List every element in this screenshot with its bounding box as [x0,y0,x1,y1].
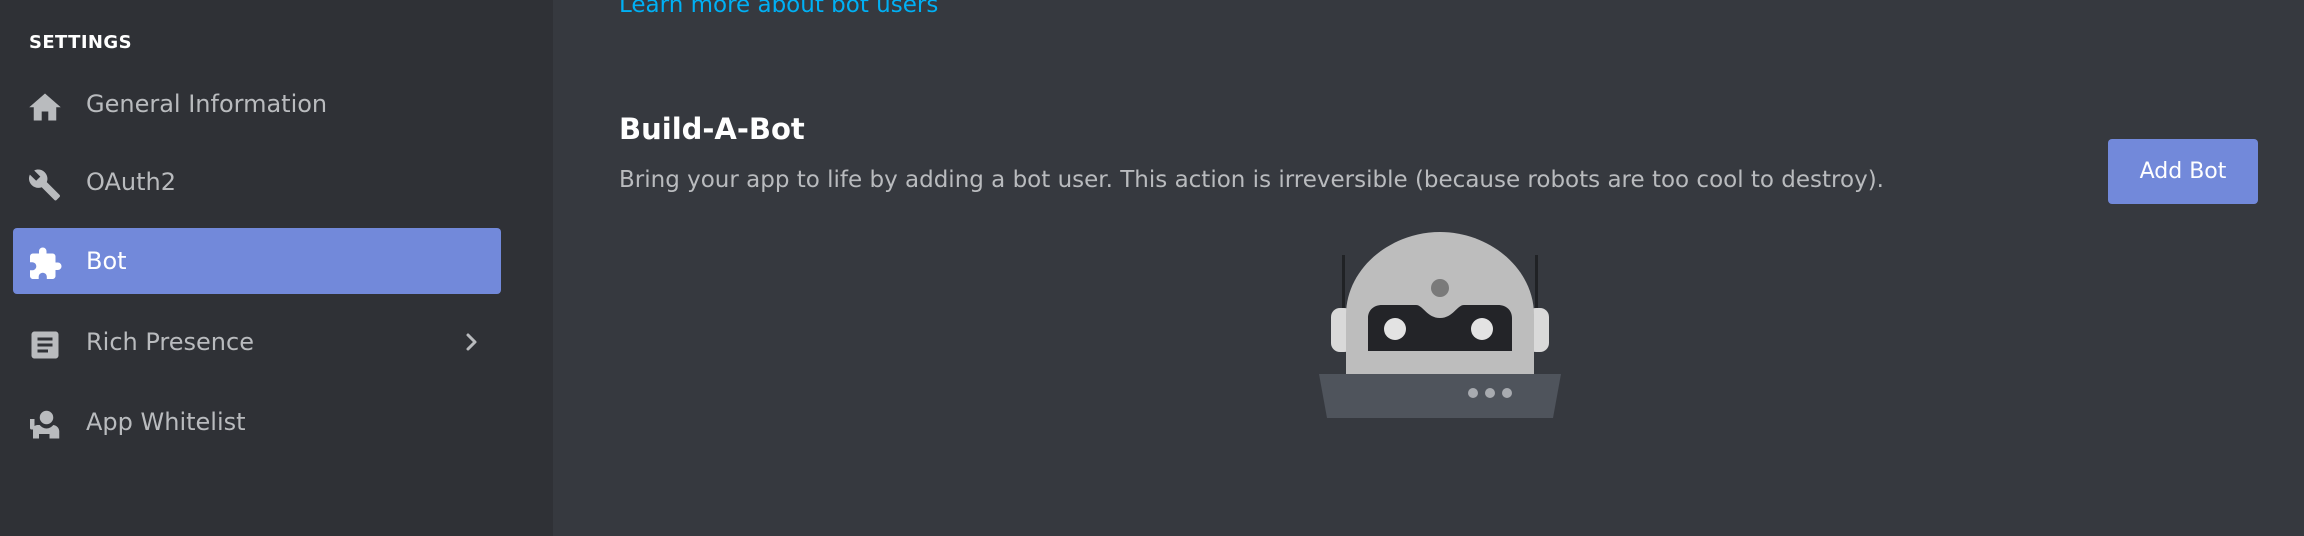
wrench-icon [27,167,63,203]
puzzle-icon [27,246,63,282]
settings-sidebar: SETTINGS General Information OAuth2 Bot … [0,0,553,536]
section-title: Build-A-Bot [619,112,805,146]
main-content: Learn more about bot users Build-A-Bot B… [553,0,2304,536]
sidebar-item-rich-presence[interactable]: Rich Presence [13,309,501,375]
document-icon [27,327,63,363]
sidebar-heading: SETTINGS [29,32,132,53]
add-bot-button[interactable]: Add Bot [2108,139,2258,204]
sidebar-item-app-whitelist[interactable]: App Whitelist [13,389,501,455]
sidebar-item-general-information[interactable]: General Information [13,71,501,137]
sidebar-item-label: General Information [86,90,328,118]
home-icon [27,89,63,125]
user-icon [27,407,63,443]
developer-portal-app: SETTINGS General Information OAuth2 Bot … [0,0,2304,536]
sidebar-item-label: Bot [86,247,127,275]
sidebar-item-label: OAuth2 [86,168,176,196]
sidebar-item-bot[interactable]: Bot [13,228,501,294]
sidebar-item-label: App Whitelist [86,408,246,436]
sidebar-item-oauth2[interactable]: OAuth2 [13,149,501,215]
section-description: Bring your app to life by adding a bot u… [619,167,1884,193]
sidebar-item-label: Rich Presence [86,328,254,356]
chevron-right-icon [459,330,483,354]
learn-more-bot-users-link[interactable]: Learn more about bot users [619,0,938,18]
robot-illustration [1319,228,1561,428]
